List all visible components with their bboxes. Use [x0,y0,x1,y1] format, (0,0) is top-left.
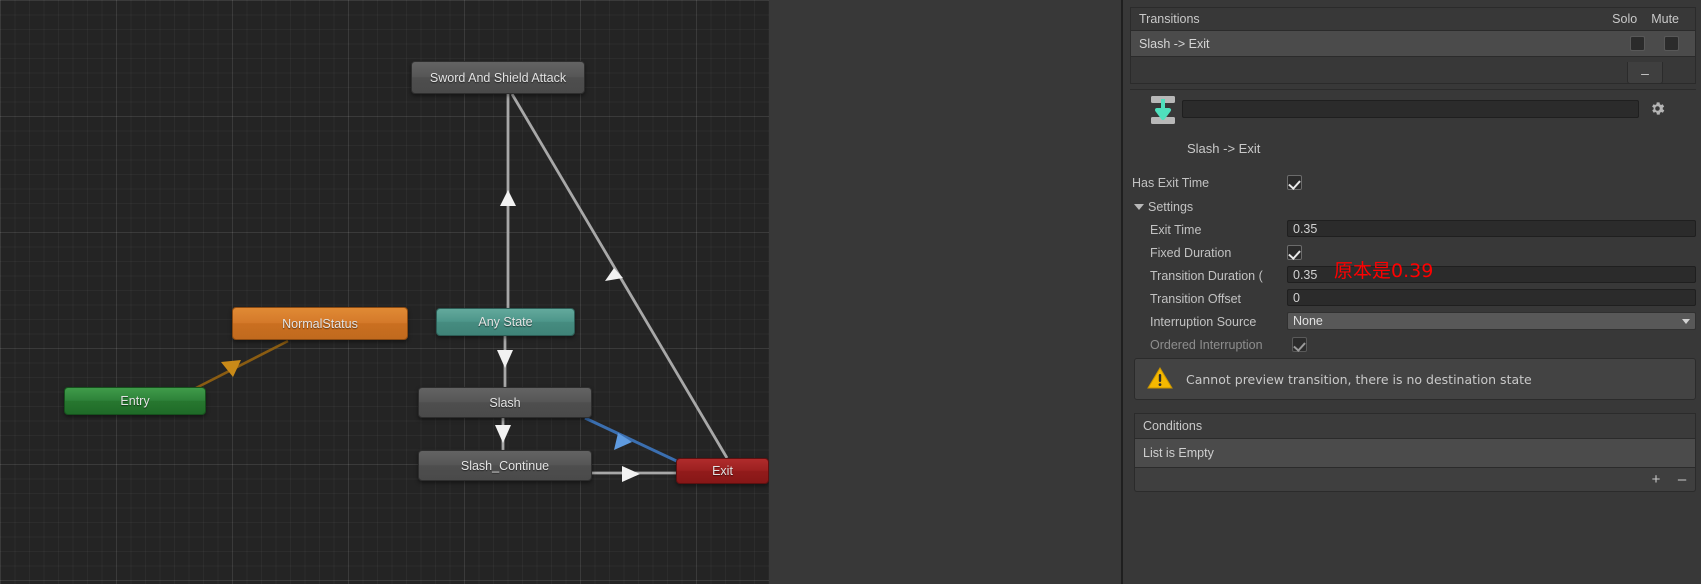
annotation-transition-duration-note: 原本是0.39 [1334,260,1434,282]
transition-name-title: Slash -> Exit [1187,141,1261,156]
interruption-source-value: None [1293,314,1323,328]
state-node-normalstatus[interactable]: NormalStatus [232,307,408,340]
state-node-slash-continue[interactable]: Slash_Continue [418,450,592,481]
fixed-duration-checkbox[interactable] [1287,245,1302,260]
state-node-label: Sword And Shield Attack [429,70,567,85]
solo-checkbox[interactable] [1630,36,1645,51]
property-row-fixed-duration[interactable]: Fixed Duration [1150,244,1302,261]
transition-offset-input[interactable]: 0 [1287,289,1696,306]
transition-row-toggles [1630,36,1687,51]
fixed-duration-label: Fixed Duration [1150,245,1232,260]
property-row-interruption-source: Interruption Source [1150,313,1287,330]
exit-time-value: 0.35 [1293,221,1318,236]
interruption-source-label: Interruption Source [1150,314,1257,329]
edge-anystate-to-slash [497,336,513,387]
ordered-interruption-label: Ordered Interruption [1150,337,1263,352]
state-node-sword-and-shield-attack[interactable]: Sword And Shield Attack [411,61,585,94]
state-node-any-state[interactable]: Any State [436,308,575,336]
edge-slash-to-slashcontinue [495,418,511,450]
remove-condition-button[interactable]: – [1669,468,1695,491]
add-condition-label: + [1651,471,1661,488]
add-condition-button[interactable]: + [1643,468,1669,491]
conditions-header: Conditions [1134,413,1696,439]
interruption-source-dropdown[interactable]: None [1287,312,1696,330]
settings-foldout[interactable]: Settings [1134,198,1193,215]
transition-object-field[interactable] [1182,100,1639,118]
warning-box: Cannot preview transition, there is no d… [1134,358,1696,400]
graph-empty-area [769,0,1121,584]
chevron-down-icon [1682,318,1690,324]
state-node-label: Any State [478,315,533,329]
transition-inspector-panel: Transitions Solo Mute Slash -> Exit – Sl… [1121,0,1701,584]
transition-list-item-label: Slash -> Exit [1139,36,1210,51]
state-node-exit[interactable]: Exit [676,458,769,484]
unity-animator-window: Sword And Shield Attack NormalStatus Any… [0,0,1701,584]
edge-slashcontinue-to-exit [592,466,680,482]
warning-message: Cannot preview transition, there is no d… [1186,371,1532,387]
has-exit-time-label: Has Exit Time [1132,175,1210,190]
mute-checkbox[interactable] [1664,36,1679,51]
state-node-label: Slash [489,395,521,410]
transition-list-body [1130,57,1696,84]
exit-time-input[interactable]: 0.35 [1287,220,1696,237]
property-row-ordered-interruption: Ordered Interruption [1150,336,1307,353]
transitions-title: Transitions [1139,12,1200,26]
transition-offset-value: 0 [1293,290,1300,305]
state-node-label: Exit [712,464,733,478]
warning-triangle-icon [1147,366,1173,393]
transition-offset-label: Transition Offset [1150,291,1242,306]
solo-mute-labels: Solo Mute [1612,12,1687,26]
state-node-slash[interactable]: Slash [418,387,592,418]
property-row-transition-duration: Transition Duration ( [1150,267,1287,284]
transitions-header: Transitions Solo Mute [1130,7,1696,30]
solo-label: Solo [1612,12,1638,26]
remove-transition-button[interactable]: – [1627,62,1663,84]
gear-icon[interactable] [1649,100,1666,120]
transition-icon [1145,92,1181,128]
conditions-empty-label: List is Empty [1143,446,1214,460]
transition-duration-label: Transition Duration ( [1150,268,1263,283]
property-row-transition-offset: Transition Offset [1150,290,1287,307]
state-node-entry[interactable]: Entry [64,387,206,415]
transition-edges-layer [195,93,729,482]
has-exit-time-checkbox[interactable] [1287,175,1302,190]
conditions-list-footer: + – [1134,468,1696,492]
settings-foldout-label: Settings [1148,199,1194,214]
mute-label: Mute [1651,12,1679,26]
inspector-divider-top [1130,89,1696,90]
remove-condition-label: – [1677,471,1687,488]
edge-entry-to-normalstatus [195,339,289,390]
remove-transition-label: – [1641,64,1649,81]
transition-duration-value: 0.35 [1293,267,1318,282]
conditions-empty-row: List is Empty [1134,439,1696,468]
conditions-title: Conditions [1143,419,1203,433]
state-node-label: Slash_Continue [460,458,550,473]
exit-time-label: Exit Time [1150,222,1202,237]
state-node-label: NormalStatus [282,316,358,331]
transition-list-item-slash-exit[interactable]: Slash -> Exit [1130,30,1696,57]
ordered-interruption-checkbox [1292,337,1307,352]
state-node-label: Entry [120,394,150,408]
chevron-down-icon [1134,203,1144,210]
animator-graph-canvas[interactable]: Sword And Shield Attack NormalStatus Any… [0,0,769,584]
property-row-has-exit-time[interactable]: Has Exit Time [1132,174,1302,191]
property-row-exit-time: Exit Time [1150,221,1287,238]
edge-swordattack-to-anystate [500,94,516,308]
